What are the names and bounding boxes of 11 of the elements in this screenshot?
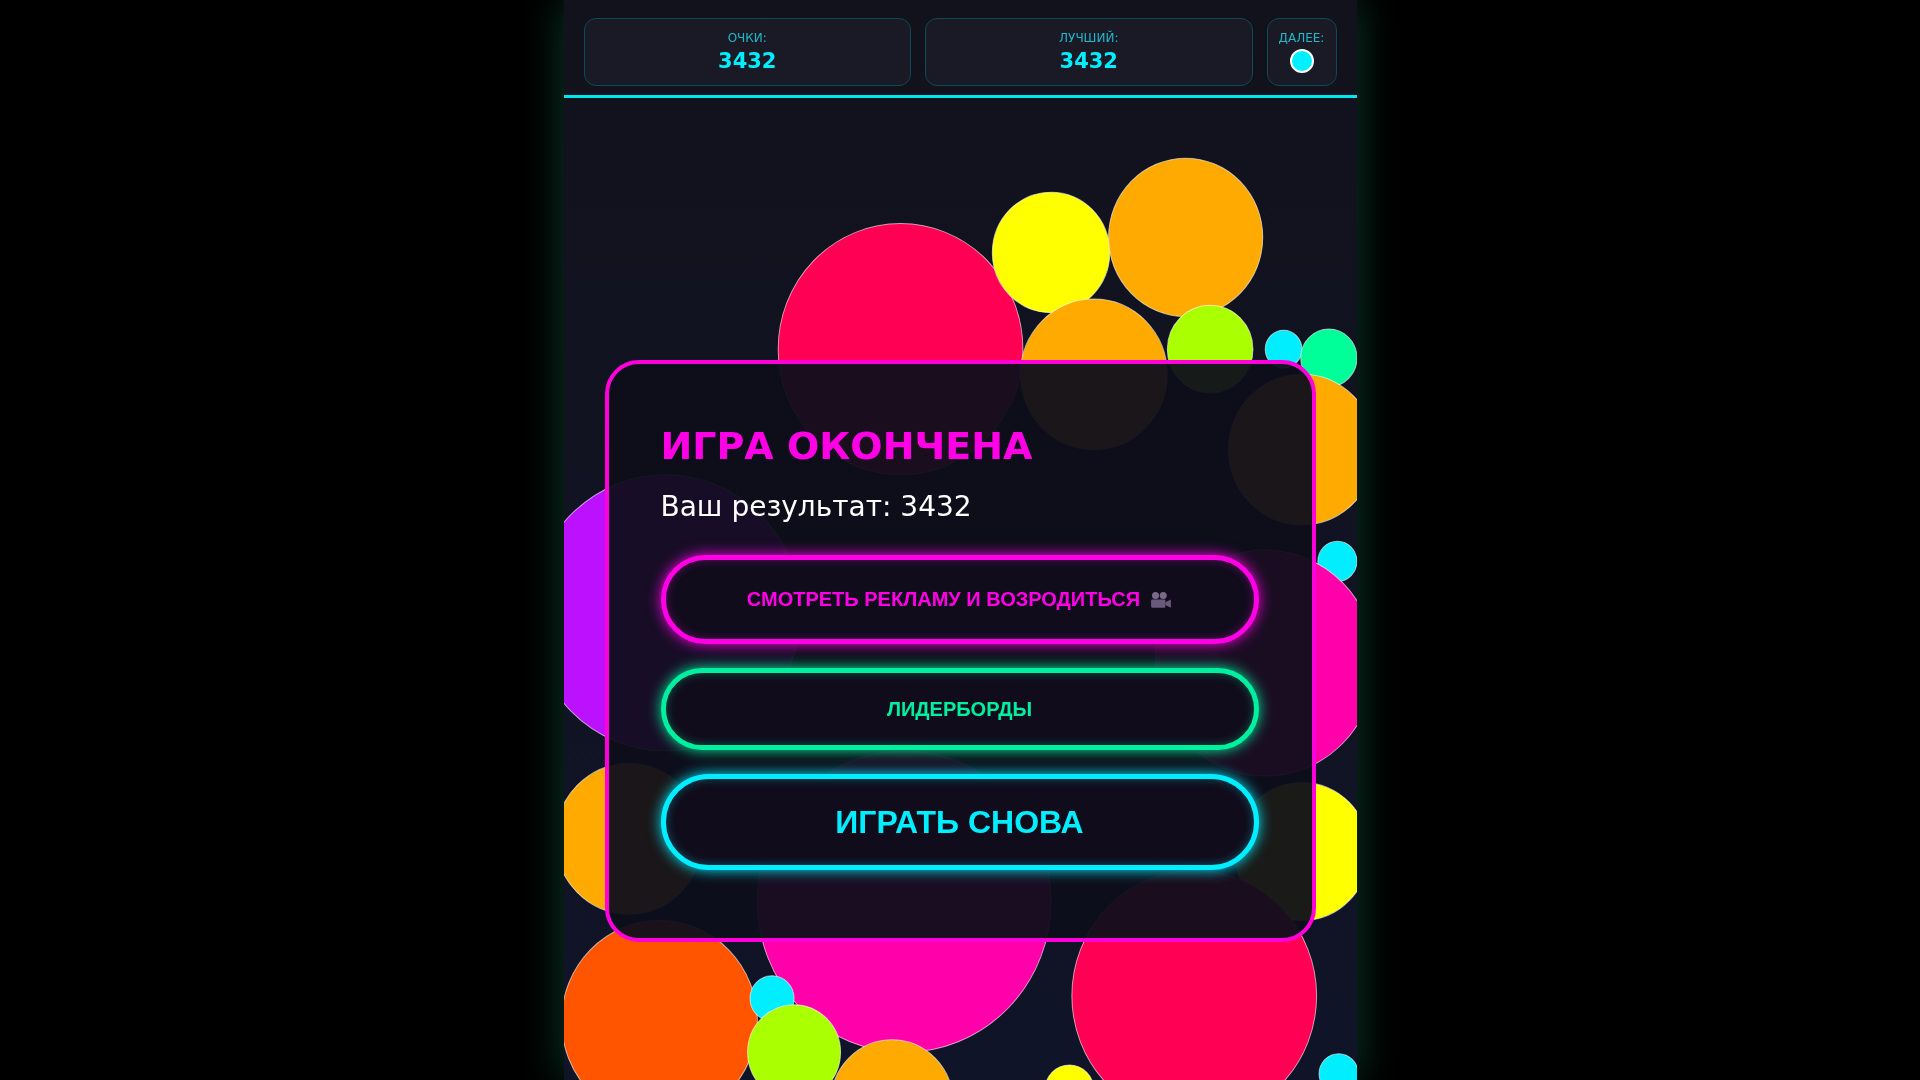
dialog-button[interactable]: СМОТРЕТЬ РЕКЛАМУ И ВОЗРОДИТЬСЯ <box>660 555 1259 644</box>
movie-camera-icon <box>1150 590 1173 609</box>
next-label: ДАЛЕЕ: <box>1278 31 1325 45</box>
dialog-button[interactable]: ИГРАТЬ СНОВА <box>660 774 1259 870</box>
dialog-title: ИГРА ОКОНЧЕНА <box>660 424 1034 468</box>
result-text: Ваш результат: 3432 <box>660 490 973 523</box>
stat-label: ОЧКИ: <box>727 31 767 45</box>
dialog-button[interactable]: ЛИДЕРБОРДЫ <box>660 668 1259 750</box>
stat-value: 3432 <box>718 49 777 73</box>
stat-label: ЛУЧШИЙ: <box>1059 31 1119 45</box>
stat-value: 3432 <box>1059 49 1118 73</box>
